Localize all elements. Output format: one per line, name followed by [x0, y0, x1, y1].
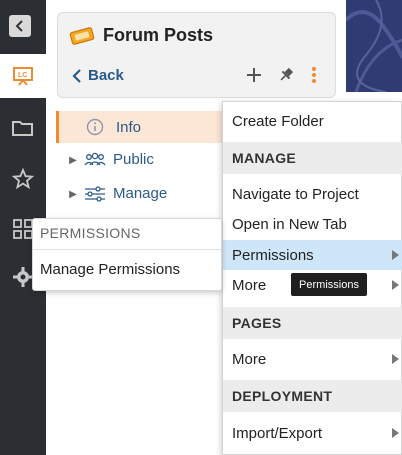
tree-item-public[interactable]: Public	[113, 151, 154, 168]
menu-item-navigate-to-project[interactable]: Navigate to Project	[223, 179, 402, 209]
page-header-card: Forum Posts Back	[57, 12, 336, 98]
submenu-arrow-icon	[392, 280, 399, 290]
folder-icon	[12, 121, 33, 136]
back-label: Back	[88, 67, 124, 84]
back-link[interactable]: Back	[72, 67, 124, 84]
submenu-header: PERMISSIONS	[40, 225, 141, 241]
menu-item-import-export[interactable]: Import/Export	[223, 418, 402, 448]
pin-icon	[280, 67, 294, 81]
star-icon	[12, 168, 34, 190]
tree-item-info[interactable]: Info	[56, 111, 224, 143]
collapse-sidebar-button[interactable]	[9, 15, 31, 37]
section-label: MANAGE	[232, 150, 297, 166]
info-icon	[86, 118, 104, 140]
add-button[interactable]	[242, 63, 266, 87]
section-label: PAGES	[232, 315, 282, 331]
submenu-arrow-icon	[392, 428, 399, 438]
menu-item-label: More	[232, 276, 267, 294]
pin-button[interactable]	[274, 63, 298, 87]
rail-presentation-button[interactable]: LC	[0, 54, 46, 98]
submenu-divider	[33, 249, 221, 250]
menu-item-create-folder[interactable]: Create Folder	[223, 106, 402, 136]
svg-text:LC: LC	[18, 72, 27, 79]
submenu-arrow-icon	[392, 250, 399, 260]
menu-item-label: Open in New Tab	[232, 215, 347, 233]
menu-item-label: More	[232, 350, 267, 368]
expand-arrow-icon[interactable]: ▶	[68, 186, 78, 202]
grid-icon	[13, 219, 33, 239]
section-label: DEPLOYMENT	[232, 388, 333, 404]
chevron-left-icon	[15, 20, 23, 32]
page-title: Forum Posts	[103, 25, 214, 45]
submenu-arrow-icon	[392, 354, 399, 364]
menu-item-permissions[interactable]: Permissions	[223, 240, 402, 270]
menu-item-label: Permissions	[232, 246, 314, 264]
gear-icon	[13, 267, 33, 287]
menu-item-label: Navigate to Project	[232, 185, 359, 203]
presentation-icon: LC	[13, 67, 33, 86]
rail-folder-button[interactable]	[0, 106, 46, 150]
tree-item-label: Info	[116, 118, 142, 136]
menu-section-deployment: DEPLOYMENT	[223, 380, 402, 412]
chevron-left-icon	[72, 68, 81, 83]
permissions-submenu: PERMISSIONS Manage Permissions	[32, 218, 222, 291]
plus-icon	[247, 68, 261, 82]
expand-arrow-icon[interactable]: ▶	[68, 152, 78, 168]
vertical-dots-icon	[312, 67, 316, 83]
tooltip-text: Permissions	[299, 278, 359, 291]
more-options-button[interactable]	[302, 63, 326, 87]
menu-item-open-in-new-tab[interactable]: Open in New Tab	[223, 209, 402, 239]
decorative-background-image	[346, 0, 402, 92]
rail-favorites-button[interactable]	[0, 157, 46, 201]
menu-item-label: Import/Export	[232, 424, 323, 442]
menu-item-label: Create Folder	[232, 112, 324, 130]
tree-item-manage[interactable]: Manage	[113, 185, 167, 202]
menu-item-more-pages[interactable]: More	[223, 344, 402, 374]
ticket-icon	[69, 25, 95, 52]
tooltip: Permissions	[291, 273, 367, 296]
menu-section-manage: MANAGE	[223, 142, 402, 174]
menu-section-pages: PAGES	[223, 307, 402, 339]
sliders-icon	[84, 185, 106, 208]
users-icon	[84, 151, 106, 174]
menu-item-manage-permissions[interactable]: Manage Permissions	[40, 261, 180, 278]
